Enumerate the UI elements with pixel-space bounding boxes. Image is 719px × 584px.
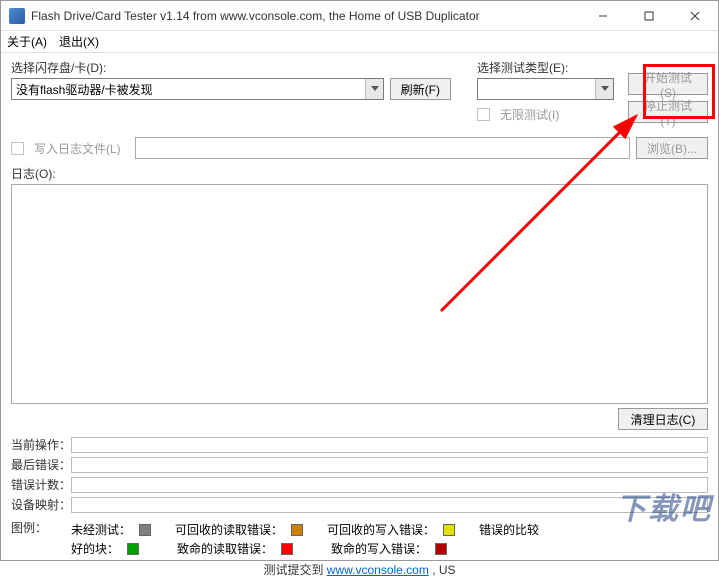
error-count-value [71, 477, 708, 493]
watermark: 下载吧 [616, 484, 712, 528]
swatch-rwrite [443, 524, 455, 536]
refresh-button[interactable]: 刷新(F) [390, 78, 451, 100]
footer-suffix: , US [432, 563, 455, 577]
legend-rread-label: 可回收的读取错误： [175, 521, 283, 538]
legend-compare-label: 错误的比较 [479, 521, 539, 538]
logfile-checkbox[interactable] [11, 142, 24, 155]
clear-log-button[interactable]: 清理日志(C) [618, 408, 708, 430]
disk-select-value: 没有flash驱动器/卡被发现 [16, 81, 153, 98]
maximize-icon [644, 11, 654, 21]
disk-select[interactable]: 没有flash驱动器/卡被发现 [11, 78, 384, 100]
stop-test-button[interactable]: 停止测试(T) [628, 101, 708, 123]
maximize-button[interactable] [626, 1, 672, 31]
current-op-label: 当前操作： [11, 436, 71, 453]
menu-about[interactable]: 关于(A) [7, 33, 47, 50]
browse-button[interactable]: 浏览(B)... [636, 137, 708, 159]
menu-bar: 关于(A) 退出(X) [1, 31, 718, 53]
menu-exit[interactable]: 退出(X) [59, 33, 99, 50]
footer-link[interactable]: www.vconsole.com [327, 563, 429, 577]
main-content: 选择闪存盘/卡(D): 没有flash驱动器/卡被发现 刷新(F) 选择测试类型… [1, 53, 718, 584]
log-textarea[interactable] [11, 184, 708, 404]
legend-title: 图例： [11, 519, 71, 557]
legend-row-1: 未经测试： 可回收的读取错误： 可回收的写入错误： 错误的比较 [71, 521, 708, 538]
error-count-label: 错误计数： [11, 476, 71, 493]
app-icon [9, 8, 25, 24]
disk-select-label: 选择闪存盘/卡(D): [11, 59, 451, 76]
swatch-good [127, 543, 139, 555]
legend-untested-label: 未经测试： [71, 521, 131, 538]
last-error-value [71, 457, 708, 473]
swatch-untested [139, 524, 151, 536]
current-op-value [71, 437, 708, 453]
start-test-button[interactable]: 开始测试(S) [628, 73, 708, 95]
legend-row-2: 好的块： 致命的读取错误： 致命的写入错误： [71, 540, 708, 557]
close-button[interactable] [672, 1, 718, 31]
test-type-label: 选择测试类型(E): [477, 59, 614, 76]
status-grid: 当前操作： 最后错误： 错误计数： 设备映射： [11, 436, 708, 513]
legend-good-label: 好的块： [71, 540, 119, 557]
footer-prefix: 测试提交到 [263, 563, 326, 577]
device-map-label: 设备映射： [11, 496, 71, 513]
infinite-test-checkbox[interactable] [477, 108, 490, 121]
logfile-path-input[interactable] [135, 137, 630, 159]
log-label: 日志(O): [11, 165, 708, 182]
legend-fwrite-label: 致命的写入错误： [331, 540, 427, 557]
minimize-icon [598, 11, 608, 21]
legend-fread-label: 致命的读取错误： [177, 540, 273, 557]
close-icon [690, 11, 700, 21]
window-controls [580, 1, 718, 31]
swatch-rread [291, 524, 303, 536]
window-title: Flash Drive/Card Tester v1.14 from www.v… [31, 9, 580, 23]
device-map-value [71, 497, 708, 513]
title-bar: Flash Drive/Card Tester v1.14 from www.v… [1, 1, 718, 31]
legend-rwrite-label: 可回收的写入错误： [327, 521, 435, 538]
minimize-button[interactable] [580, 1, 626, 31]
swatch-fwrite [435, 543, 447, 555]
chevron-down-icon [595, 79, 613, 99]
footer: 测试提交到 www.vconsole.com , US [11, 561, 708, 578]
logfile-label: 写入日志文件(L) [34, 140, 129, 157]
last-error-label: 最后错误： [11, 456, 71, 473]
test-type-select[interactable] [477, 78, 614, 100]
chevron-down-icon [365, 79, 383, 99]
infinite-test-label: 无限测试(I) [500, 106, 559, 123]
swatch-fread [281, 543, 293, 555]
